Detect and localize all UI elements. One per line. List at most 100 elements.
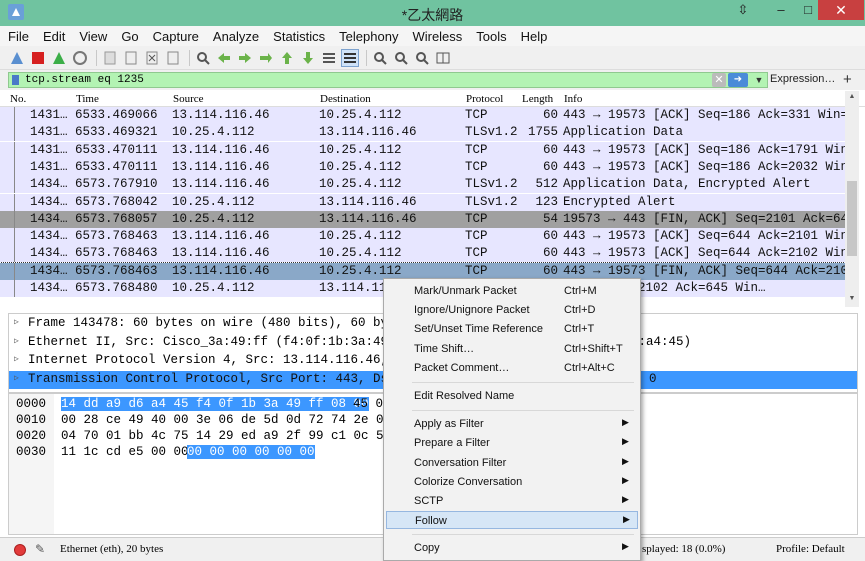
close-button[interactable]: ✕ (818, 0, 864, 20)
ctx-item-copy[interactable]: Copy ▶ (386, 539, 638, 557)
byte-hex[interactable]: 14 dd a9 d6 a4 45 f4 0f 1b 3a 49 ff 08 0… (61, 397, 369, 411)
col-time[interactable]: Time (76, 93, 99, 105)
ctx-item-prepare-a-filter[interactable]: Prepare a Filter ▶ (386, 434, 638, 452)
ctx-item-ignore-unignore-packet[interactable]: Ignore/Unignore Packet Ctrl+D (386, 301, 638, 319)
add-filter-button-icon[interactable]: + (843, 71, 852, 88)
col-destination[interactable]: Destination (320, 93, 371, 105)
capture-options-icon[interactable] (71, 49, 89, 67)
expand-arrow-icon[interactable]: ▷ (14, 373, 19, 383)
reload-file-icon[interactable] (164, 49, 182, 67)
menu-analyze[interactable]: Analyze (213, 29, 259, 44)
expand-arrow-icon[interactable]: ▷ (14, 317, 19, 327)
col-info[interactable]: Info (564, 93, 582, 105)
byte-hex[interactable]: 04 70 01 bb 4c 75 14 29 ed a9 2f 99 c1 0… (61, 429, 406, 443)
ctx-item-time-shift[interactable]: Time Shift… Ctrl+Shift+T (386, 340, 638, 358)
maximize-button[interactable]: □ (796, 0, 820, 20)
menu-view[interactable]: View (79, 29, 107, 44)
save-file-icon[interactable] (122, 49, 140, 67)
go-first-icon[interactable] (278, 49, 296, 67)
shark-fin-start-icon[interactable] (8, 49, 26, 67)
close-file-icon[interactable] (143, 49, 161, 67)
ctx-item-apply-as-filter[interactable]: Apply as Filter ▶ (386, 415, 638, 433)
ctx-item-colorize-conversation[interactable]: Colorize Conversation ▶ (386, 473, 638, 491)
expand-arrow-icon[interactable]: ▷ (14, 354, 19, 364)
expert-info-icon[interactable] (14, 544, 26, 556)
expression-button[interactable]: Expression… (770, 73, 835, 85)
menu-wireless[interactable]: Wireless (412, 29, 462, 44)
go-to-packet-icon[interactable] (257, 49, 275, 67)
go-last-icon[interactable] (299, 49, 317, 67)
auto-scroll-icon[interactable] (320, 49, 338, 67)
menu-capture[interactable]: Capture (153, 29, 199, 44)
capture-comment-icon[interactable]: ✎ (35, 542, 45, 556)
restart-capture-icon[interactable] (50, 49, 68, 67)
byte-hex[interactable]: 11 1c cd e5 00 00 (61, 445, 189, 459)
col-protocol[interactable]: Protocol (466, 93, 503, 105)
scroll-up-icon[interactable]: ▲ (847, 93, 857, 103)
clear-filter-button[interactable]: ✕ (712, 73, 726, 87)
col-source[interactable]: Source (173, 93, 204, 105)
status-displayed: splayed: 18 (0.0%) (642, 543, 726, 555)
menu-go[interactable]: Go (121, 29, 138, 44)
menu-tools[interactable]: Tools (476, 29, 506, 44)
stop-capture-icon[interactable] (29, 49, 47, 67)
cell-proto: TLSv1.2 (465, 177, 518, 192)
cell-len: 54 (542, 211, 558, 226)
packet-row[interactable]: 1431… 6533.470111 13.114.116.46 10.25.4.112… (0, 141, 845, 159)
ctx-item-conversation-filter[interactable]: Conversation Filter ▶ (386, 454, 638, 472)
menu-help[interactable]: Help (521, 29, 548, 44)
ctx-item-follow[interactable]: Follow ▶ (386, 511, 638, 530)
packet-row[interactable]: 1434… 6573.768057 10.25.4.112 13.114.116.46… (0, 210, 845, 228)
open-file-icon[interactable] (101, 49, 119, 67)
go-forward-icon[interactable] (236, 49, 254, 67)
col-no[interactable]: No. (10, 93, 26, 105)
packet-row[interactable]: 1434… 6573.768463 13.114.116.46 10.25.4.112… (0, 228, 845, 246)
col-length[interactable]: Length (522, 93, 553, 105)
status-interface: Ethernet (eth), 20 bytes (60, 543, 164, 555)
status-profile[interactable]: Profile: Default (776, 543, 845, 555)
zoom-normal-icon[interactable] (413, 49, 431, 67)
menu-statistics[interactable]: Statistics (273, 29, 325, 44)
ctx-item-edit-resolved-name[interactable]: Edit Resolved Name (386, 387, 638, 405)
ctx-item-sctp[interactable]: SCTP ▶ (386, 492, 638, 510)
zoom-in-icon[interactable] (371, 49, 389, 67)
minimize-button[interactable]: – (769, 0, 793, 20)
packet-row[interactable]: 1431… 6533.470111 13.114.116.46 10.25.4.112… (0, 158, 845, 176)
packet-row[interactable]: 1431… 6533.469321 10.25.4.112 13.114.116.46… (0, 124, 845, 142)
zoom-out-icon[interactable] (392, 49, 410, 67)
ctx-item-set-unset-time-reference[interactable]: Set/Unset Time Reference Ctrl+T (386, 320, 638, 338)
colorize-icon[interactable] (341, 48, 359, 67)
detail-extra: 0 (649, 371, 657, 386)
menu-edit[interactable]: Edit (43, 29, 65, 44)
bookmark-icon[interactable] (12, 75, 19, 85)
packet-list-scrollbar[interactable]: ▲ ▼ (845, 91, 859, 307)
display-filter-input[interactable]: tcp.stream eq 1235 (8, 72, 768, 88)
packet-row[interactable]: 1434… 6573.767910 13.114.116.46 10.25.4.112… (0, 176, 845, 194)
cell-src: 13.114.116.46 (172, 142, 270, 157)
cell-no: 1434… (30, 281, 68, 295)
scrollbar-thumb[interactable] (847, 181, 857, 256)
ctx-item-label: Colorize Conversation (414, 475, 523, 488)
resize-columns-icon[interactable] (434, 49, 452, 67)
expand-arrow-icon[interactable]: ▷ (14, 336, 19, 346)
pin-icon[interactable]: ⇳ (733, 0, 753, 20)
conversation-line (14, 107, 15, 124)
byte-hex[interactable]: 00 28 ce 49 40 00 3e 06 de 5d 0d 72 74 2… (61, 413, 406, 427)
ctx-item-packet-comment[interactable]: Packet Comment… Ctrl+Alt+C (386, 359, 638, 377)
find-packet-icon[interactable] (194, 49, 212, 67)
scroll-down-icon[interactable]: ▼ (847, 295, 857, 305)
go-back-icon[interactable] (215, 49, 233, 67)
packet-row[interactable]: 1434… 6573.768042 10.25.4.112 13.114.116.46… (0, 193, 845, 211)
filter-history-dropdown[interactable]: ▼ (752, 73, 766, 87)
ctx-item-mark-unmark-packet[interactable]: Mark/Unmark Packet Ctrl+M (386, 282, 638, 300)
menu-telephony[interactable]: Telephony (339, 29, 398, 44)
apply-filter-button[interactable]: ➜ (728, 73, 748, 87)
cell-src: 13.114.116.46 (172, 177, 270, 192)
packet-row[interactable]: 1434… 6573.768463 13.114.116.46 10.25.4.112… (0, 245, 845, 263)
byte-hex-highlight[interactable]: 00 00 00 00 00 00 (187, 445, 315, 459)
packet-row[interactable]: 1431… 6533.469066 13.114.116.46 10.25.4.112… (0, 107, 845, 124)
menu-file[interactable]: File (8, 29, 29, 44)
ctx-item-shortcut: Ctrl+D (564, 304, 596, 317)
conversation-line (14, 228, 15, 246)
menu-bar: File Edit View Go Capture Analyze Statistics Te… (0, 26, 865, 46)
